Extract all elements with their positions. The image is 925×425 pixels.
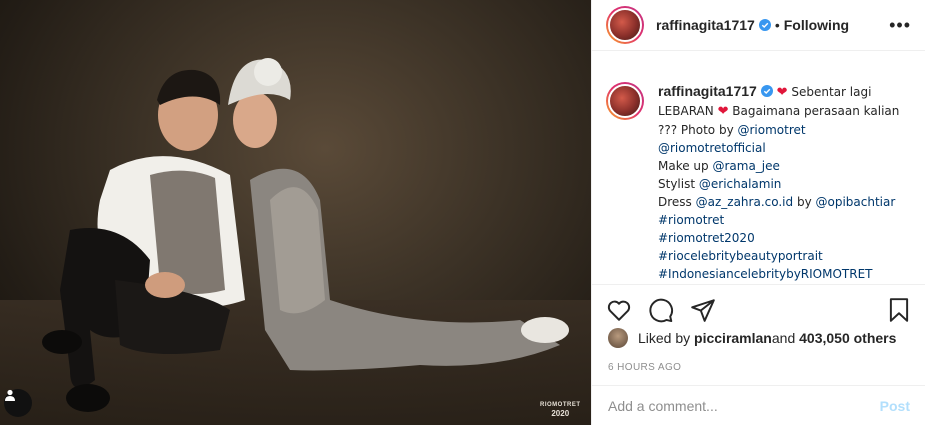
caption-stylist-label: Stylist [658,177,699,191]
verified-badge-icon [758,19,771,31]
post-side-panel: raffinagita1717 • Following ••• raffinag… [591,0,925,425]
post-photo[interactable]: RIOMOTRET 2020 [0,0,591,425]
avatar-image [608,84,642,118]
mention-link[interactable]: @opibachtiar [816,195,896,209]
liker-avatar[interactable] [608,328,628,348]
post-comment-button[interactable]: Post [880,398,910,414]
liker-username[interactable]: picciramlan [694,330,772,346]
likes-prefix: Liked by [638,330,691,346]
hashtag-link[interactable]: #riomotret [658,213,724,227]
person-icon [5,389,15,401]
tagged-users-button[interactable] [4,389,32,417]
hashtag-link[interactable]: #riocelebritybeautyportrait [658,249,823,263]
likes-count[interactable]: 403,050 others [799,330,896,346]
mention-link[interactable]: @rama_jee [712,159,779,173]
hashtag-link[interactable]: #riomotret2020 [658,231,755,245]
caption-makeup-label: Make up [658,159,713,173]
mention-link[interactable]: @az_zahra.co.id [696,195,794,209]
photo-figures [42,58,569,412]
post-header: raffinagita1717 • Following ••• [592,0,925,51]
photo-watermark: RIOMOTRET 2020 [540,402,581,418]
caption-area: raffinagita1717 ❤ Sebentar lagi LEBARAN … [592,52,925,284]
likes-summary: Liked by picciramlan and 403,050 others [608,328,896,348]
more-options-icon[interactable]: ••• [889,15,911,36]
caption-avatar[interactable] [606,82,644,120]
heart-emoji-icon: ❤ [776,85,788,100]
caption-by-label: by [793,195,816,209]
mention-link[interactable]: @riomotret [738,123,806,137]
post-timestamp[interactable]: 6 HOURS AGO [608,362,681,373]
likes-middle: and [771,330,796,346]
watermark-line1: RIOMOTRET [540,402,581,408]
caption-username[interactable]: raffinagita1717 [658,83,757,99]
header-avatar[interactable] [606,6,644,44]
heart-emoji-icon: ❤ [717,104,729,119]
watermark-line2: 2020 [551,409,570,418]
share-icon[interactable] [690,297,716,323]
mention-link[interactable]: @erichalamin [699,177,782,191]
add-comment-bar: Post [592,385,925,425]
header-username[interactable]: raffinagita1717 [656,17,755,33]
caption-text: raffinagita1717 ❤ Sebentar lagi LEBARAN … [658,82,908,284]
caption-dress-label: Dress [658,195,696,209]
avatar-image [608,8,642,42]
hashtag-link[interactable]: #IndonesiancelebritybyRIOMOTRET [658,267,873,281]
separator-dot: • [774,17,780,33]
mention-link[interactable]: @riomotretofficial [658,141,766,155]
verified-badge-icon [760,85,773,97]
comment-icon[interactable] [648,297,674,323]
save-bookmark-icon[interactable] [886,297,912,323]
comment-input[interactable] [608,397,880,414]
like-heart-icon[interactable] [606,297,632,323]
following-button[interactable]: Following [784,17,849,33]
action-bar [592,284,925,332]
